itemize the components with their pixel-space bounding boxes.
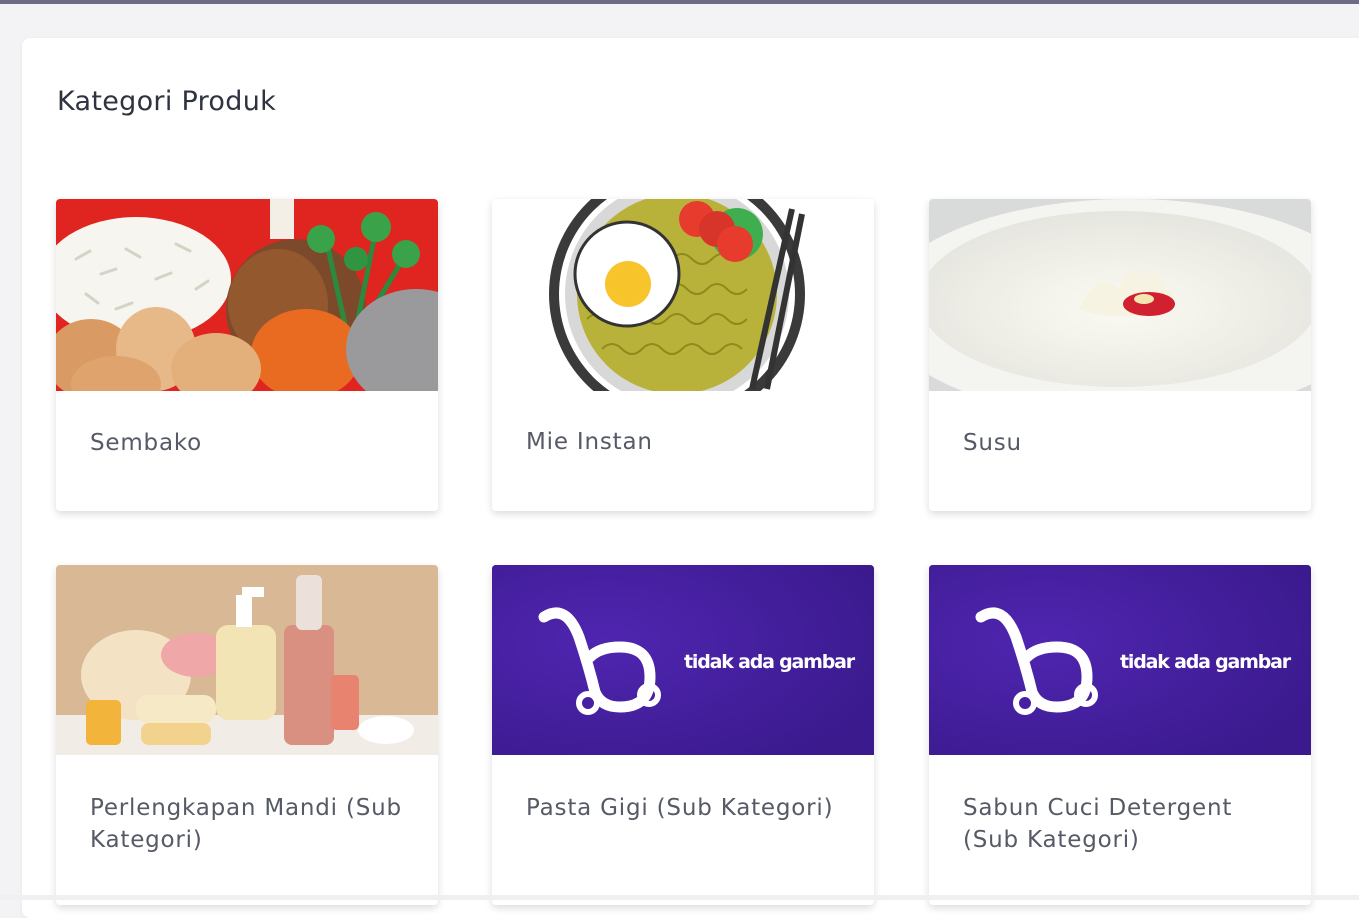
no-image-text: tidak ada gambar: [1120, 651, 1291, 673]
no-image-placeholder: tidak ada gambar: [492, 565, 874, 755]
category-label: Pasta Gigi (Sub Kategori): [526, 795, 834, 821]
category-card-mie-instan[interactable]: Mie Instan: [492, 199, 874, 511]
groceries-image: [56, 199, 438, 391]
milk-image: [929, 199, 1311, 391]
noodles-image: [492, 199, 874, 391]
page-title: Kategori Produk: [57, 86, 277, 117]
bottom-edge: [0, 895, 1359, 900]
category-card-sembako[interactable]: Sembako: [56, 199, 438, 511]
toiletries-image: [56, 565, 438, 755]
top-bar: [0, 0, 1359, 4]
category-card-perlengkapan-mandi[interactable]: Perlengkapan Mandi (Sub Kategori): [56, 565, 438, 905]
category-label: Sembako: [90, 430, 203, 456]
no-image-text: tidak ada gambar: [684, 651, 855, 673]
category-card-susu[interactable]: Susu: [929, 199, 1311, 511]
category-label: Perlengkapan Mandi (Sub Kategori): [90, 795, 402, 853]
category-label: Sabun Cuci Detergent (Sub Kategori): [963, 795, 1233, 853]
no-image-placeholder: tidak ada gambar: [929, 565, 1311, 755]
category-card-pasta-gigi[interactable]: tidak ada gambar Pasta Gigi (Sub Kategor…: [492, 565, 874, 905]
category-card-sabun-cuci-detergent[interactable]: tidak ada gambar Sabun Cuci Detergent (S…: [929, 565, 1311, 905]
category-label: Mie Instan: [526, 429, 653, 455]
category-label: Susu: [963, 430, 1022, 456]
